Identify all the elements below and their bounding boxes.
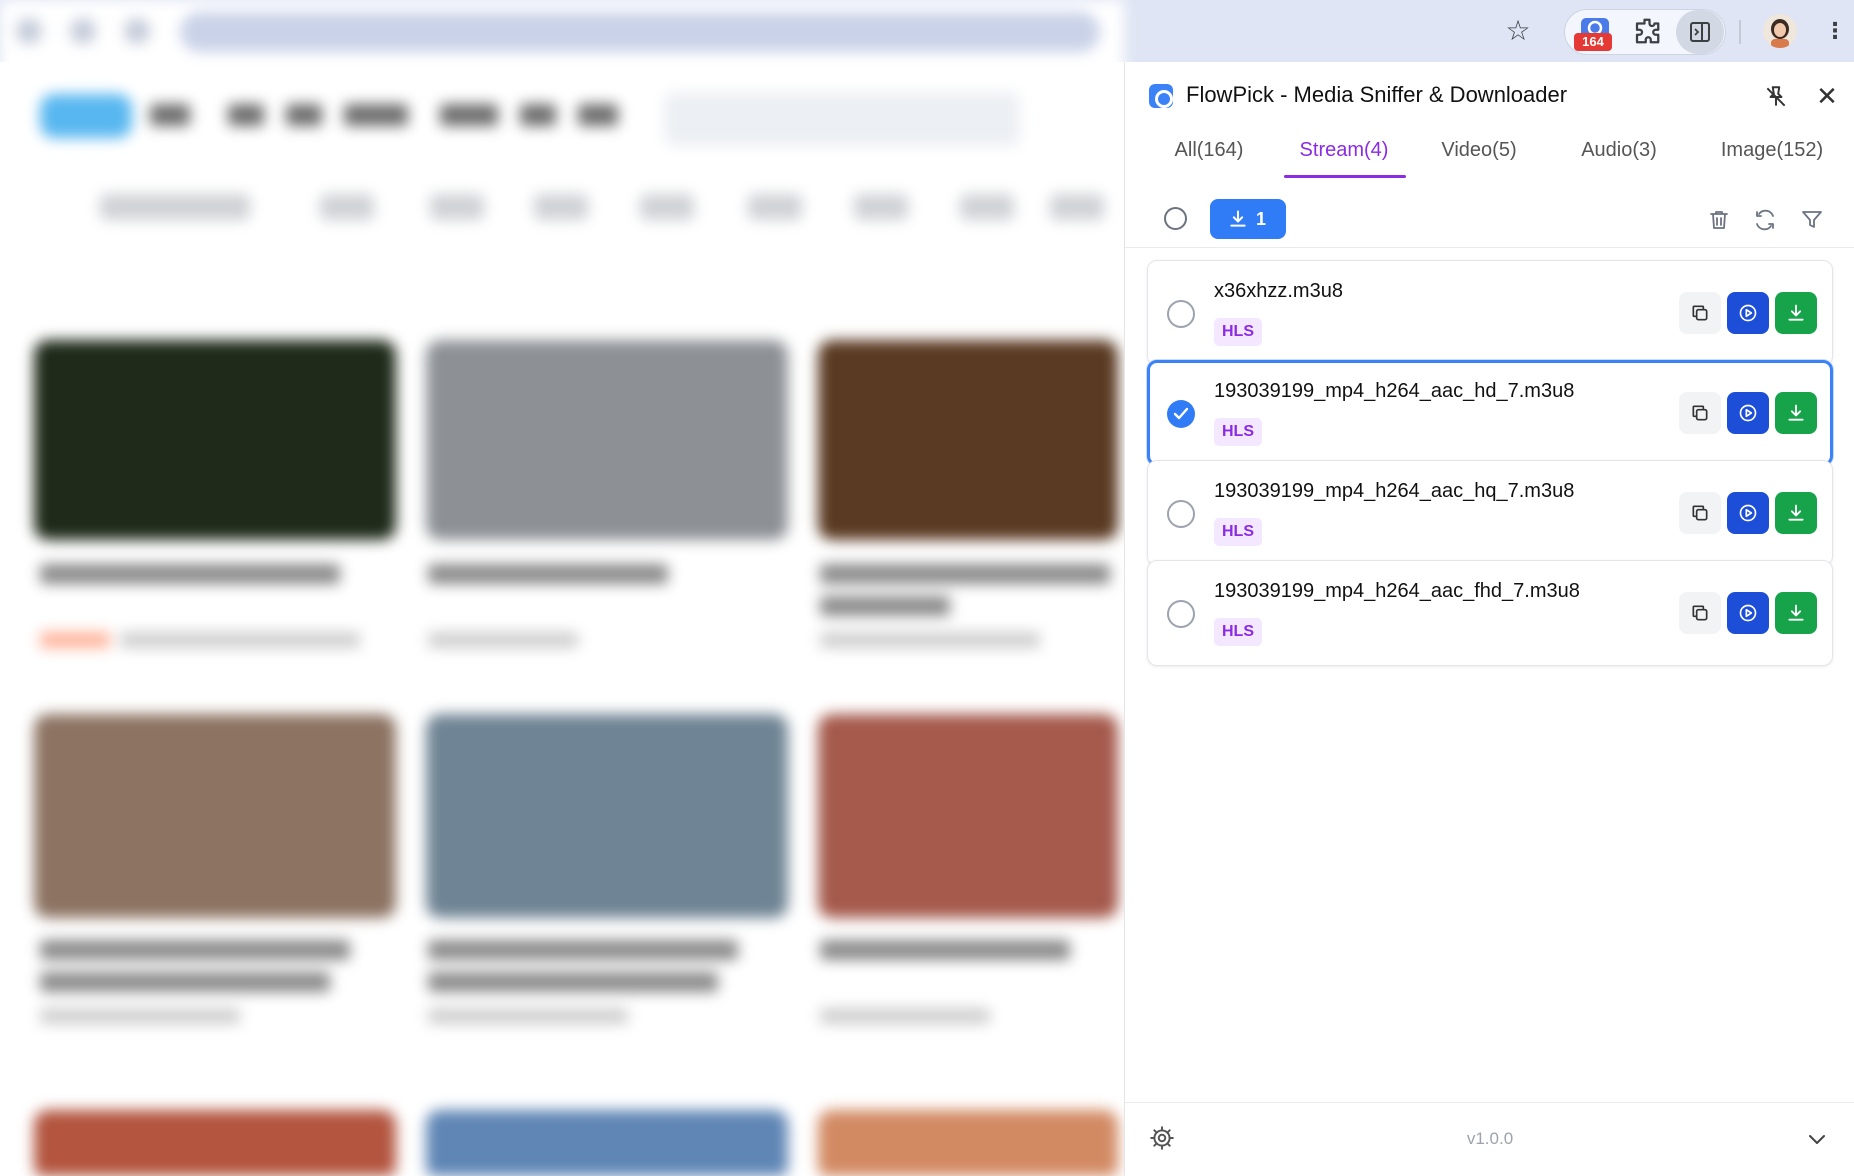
site-logo [40,94,132,138]
file-name: 193039199_mp4_h264_aac_hd_7.m3u8 [1214,380,1575,402]
item-radio[interactable] [1167,600,1195,628]
tab-all[interactable]: All(164) [1139,132,1279,182]
download-count: 1 [1256,209,1267,229]
bookmark-star-icon[interactable]: ☆ [1503,16,1533,46]
download-icon [1230,210,1246,227]
copy-icon [1692,405,1708,421]
list-item[interactable]: x36xhzz.m3u8 HLS [1147,260,1833,366]
copy-button[interactable] [1679,292,1721,334]
side-panel-icon [1690,22,1710,42]
copy-button[interactable] [1679,492,1721,534]
side-panel-toggle[interactable] [1676,10,1724,54]
select-all-radio[interactable] [1164,207,1187,230]
profile-avatar[interactable] [1763,14,1797,48]
list-item[interactable]: 193039199_mp4_h264_aac_hq_7.m3u8 HLS [1147,460,1833,566]
download-icon [1788,504,1804,521]
play-icon [1739,304,1757,322]
download-icon [1788,604,1804,621]
copy-button[interactable] [1679,592,1721,634]
unpin-icon[interactable] [1763,84,1789,110]
extensions-puzzle-icon[interactable] [1632,16,1662,46]
check-icon [1173,407,1189,420]
panel-toolbar: 1 [1125,186,1854,248]
panel-header: FlowPick - Media Sniffer & Downloader ✕ [1125,62,1854,124]
panel-title: FlowPick - Media Sniffer & Downloader [1186,82,1568,107]
format-tag: HLS [1214,618,1262,646]
flowpick-logo-icon [1149,84,1173,108]
play-button[interactable] [1727,492,1769,534]
download-selected-button[interactable]: 1 [1210,199,1286,239]
download-button[interactable] [1775,392,1817,434]
format-tag: HLS [1214,518,1262,546]
file-name: 193039199_mp4_h264_aac_hq_7.m3u8 [1214,480,1575,502]
file-name: x36xhzz.m3u8 [1214,280,1343,302]
tab-audio[interactable]: Audio(3) [1549,132,1689,182]
version-label: v1.0.0 [1466,1129,1514,1148]
copy-icon [1692,305,1708,321]
flowpick-side-panel: FlowPick - Media Sniffer & Downloader ✕ … [1124,62,1854,1176]
address-bar[interactable] [180,12,1100,52]
file-name: 193039199_mp4_h264_aac_fhd_7.m3u8 [1214,580,1580,602]
download-button[interactable] [1775,292,1817,334]
item-radio[interactable] [1167,500,1195,528]
browser-menu-icon[interactable]: ⋮ [1824,14,1846,48]
format-tag: HLS [1214,418,1262,446]
back-icon[interactable] [16,18,42,44]
panel-footer: v1.0.0 [1125,1102,1854,1176]
play-button[interactable] [1727,292,1769,334]
tab-image[interactable]: Image(152) [1689,132,1854,182]
media-tabs: All(164) Stream(4) Video(5) Audio(3) Ima… [1125,132,1854,184]
active-tab-indicator [1284,175,1406,178]
screen: ☆ 164 ⋮ FlowPick - Media Sniffer & Downl… [0,0,1854,1176]
copy-icon [1692,505,1708,521]
tab-video[interactable]: Video(5) [1409,132,1549,182]
filter-icon[interactable] [1800,208,1824,232]
play-button[interactable] [1727,592,1769,634]
play-icon [1739,404,1757,422]
list-item[interactable]: 193039199_mp4_h264_aac_fhd_7.m3u8 HLS [1147,560,1833,666]
download-button[interactable] [1775,492,1817,534]
site-search[interactable] [664,92,1020,146]
item-radio[interactable] [1167,400,1195,428]
chevron-down-icon[interactable] [1805,1127,1829,1151]
reload-icon[interactable] [124,18,150,44]
download-icon [1788,404,1804,421]
toolbar-divider [1739,20,1741,44]
play-button[interactable] [1727,392,1769,434]
play-icon [1739,604,1757,622]
forward-icon[interactable] [70,18,96,44]
trash-icon[interactable] [1707,208,1731,232]
copy-icon [1692,605,1708,621]
refresh-icon[interactable] [1753,208,1777,232]
close-icon[interactable]: ✕ [1813,82,1841,110]
download-button[interactable] [1775,592,1817,634]
format-tag: HLS [1214,318,1262,346]
download-icon [1788,304,1804,321]
extension-badge: 164 [1574,33,1612,51]
play-icon [1739,504,1757,522]
item-radio[interactable] [1167,300,1195,328]
copy-button[interactable] [1679,392,1721,434]
blurred-webpage [0,0,1124,1176]
list-item[interactable]: 193039199_mp4_h264_aac_hd_7.m3u8 HLS [1147,360,1833,466]
